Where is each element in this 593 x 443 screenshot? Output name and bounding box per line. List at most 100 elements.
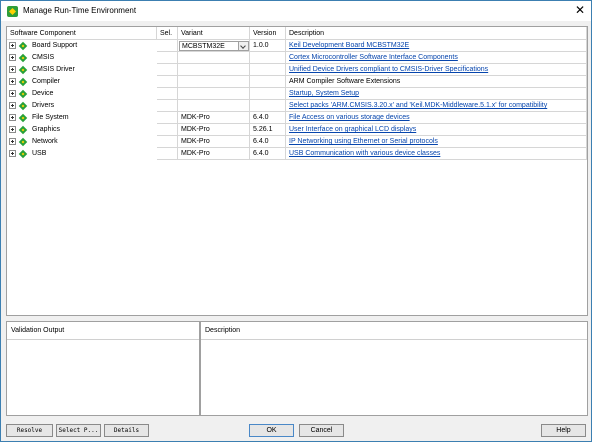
description-link[interactable]: Cortex Microcontroller Software Interfac… [289,54,458,61]
column-header-description[interactable]: Description [286,27,587,40]
description-text: ARM Compiler Software Extensions [289,78,401,85]
version-cell [250,76,286,88]
expand-icon[interactable] [9,126,16,133]
table-row[interactable]: CMSIS Driver Unified Device Drivers compl… [7,64,587,76]
component-gem-icon [19,42,27,50]
description-cell: Keil Development Board MCBSTM32E [286,40,587,52]
sel-cell[interactable] [157,100,178,112]
variant-cell[interactable]: MCBSTM32E [178,40,250,52]
component-cell: USB [7,148,157,160]
table-row[interactable]: File System MDK-Pro 6.4.0 File Access on va… [7,112,587,124]
variant-cell[interactable]: MDK-Pro [178,136,250,148]
variant-cell[interactable]: MDK-Pro [178,148,250,160]
panel-divider [7,339,199,340]
description-cell: ARM Compiler Software Extensions [286,76,587,88]
sel-cell[interactable] [157,136,178,148]
component-label: CMSIS Driver [32,66,75,73]
expand-icon[interactable] [9,54,16,61]
version-cell: 6.4.0 [250,136,286,148]
column-header-component[interactable]: Software Component [7,27,157,40]
description-cell: Unified Device Drivers compliant to CMSI… [286,64,587,76]
component-cell: CMSIS Driver [7,64,157,76]
expand-icon[interactable] [9,66,16,73]
resolve-button[interactable]: Resolve [6,424,53,437]
component-label: Drivers [32,102,55,109]
column-header-sel[interactable]: Sel. [157,27,178,40]
component-gem-icon [19,54,27,62]
description-cell: IP Networking using Ethernet or Serial p… [286,136,587,148]
description-link[interactable]: USB Communication with various device cl… [289,150,440,157]
variant-select[interactable]: MCBSTM32E [179,41,249,51]
component-cell: Graphics [7,124,157,136]
variant-cell [178,100,250,112]
expand-icon[interactable] [9,138,16,145]
sel-cell[interactable] [157,88,178,100]
description-link[interactable]: User Interface on graphical LCD displays [289,126,416,133]
app-gem-icon [7,6,18,17]
ok-button[interactable]: OK [249,424,294,437]
expand-icon[interactable] [9,42,16,49]
column-header-variant[interactable]: Variant [178,27,250,40]
expand-icon[interactable] [9,150,16,157]
expand-icon[interactable] [9,114,16,121]
table-row[interactable]: CMSIS Cortex Microcontroller Software Int… [7,52,587,64]
description-panel-title: Description [205,327,241,334]
description-link[interactable]: Startup, System Setup [289,90,359,97]
help-button[interactable]: Help [541,424,586,437]
table-row[interactable]: Network MDK-Pro 6.4.0 IP Networking using E… [7,136,587,148]
description-link[interactable]: Unified Device Drivers compliant to CMSI… [289,66,488,73]
version-cell: 5.26.1 [250,124,286,136]
component-gem-icon [19,126,27,134]
component-label: CMSIS [32,54,55,61]
sel-cell[interactable] [157,124,178,136]
expand-icon[interactable] [9,90,16,97]
title-bar: Manage Run-Time Environment ✕ [1,1,591,21]
component-gem-icon [19,78,27,86]
sel-cell[interactable] [157,76,178,88]
cancel-button[interactable]: Cancel [299,424,344,437]
version-cell: 1.0.0 [250,40,286,52]
sel-cell[interactable] [157,112,178,124]
chevron-down-icon[interactable] [238,42,248,50]
description-link[interactable]: Select packs 'ARM.CMSIS.3.20.x' and 'Kei… [289,102,547,109]
description-cell: USB Communication with various device cl… [286,148,587,160]
description-link[interactable]: File Access on various storage devices [289,114,410,121]
version-cell [250,100,286,112]
close-icon[interactable]: ✕ [575,4,585,16]
table-row[interactable]: USB MDK-Pro 6.4.0 USB Communication with va… [7,148,587,160]
version-cell: 6.4.0 [250,112,286,124]
variant-cell [178,64,250,76]
component-gem-icon [19,90,27,98]
expand-icon[interactable] [9,78,16,85]
description-panel: Description [200,321,588,416]
variant-cell[interactable]: MDK-Pro [178,112,250,124]
component-cell: Board Support [7,40,157,52]
sel-cell[interactable] [157,40,178,52]
select-packs-button[interactable]: Select P... [56,424,101,437]
window-title: Manage Run-Time Environment [23,6,137,15]
version-cell [250,88,286,100]
component-gem-icon [19,66,27,74]
table-row[interactable]: Graphics MDK-Pro 5.26.1 User Interface on g… [7,124,587,136]
component-label: Device [32,90,54,97]
table-row[interactable]: Board Support MCBSTM32E 1.0.0 Keil Developm… [7,40,587,52]
description-link[interactable]: IP Networking using Ethernet or Serial p… [289,138,438,145]
description-cell: Select packs 'ARM.CMSIS.3.20.x' and 'Kei… [286,100,587,112]
table-row[interactable]: Compiler ARM Compiler Software Extensions [7,76,587,88]
component-cell: CMSIS [7,52,157,64]
column-header-version[interactable]: Version [250,27,286,40]
table-row[interactable]: Drivers Select packs 'ARM.CMSIS.3.20.x' a… [7,100,587,112]
version-cell [250,52,286,64]
component-label: USB [32,150,47,157]
run-time-environment-window: Manage Run-Time Environment ✕ Software C… [0,0,592,442]
table-row[interactable]: Device Startup, System Setup [7,88,587,100]
sel-cell[interactable] [157,148,178,160]
details-button[interactable]: Details [104,424,149,437]
description-link[interactable]: Keil Development Board MCBSTM32E [289,42,409,49]
sel-cell[interactable] [157,52,178,64]
sel-cell[interactable] [157,64,178,76]
component-cell: Drivers [7,100,157,112]
variant-cell[interactable]: MDK-Pro [178,124,250,136]
expand-icon[interactable] [9,102,16,109]
variant-cell [178,76,250,88]
